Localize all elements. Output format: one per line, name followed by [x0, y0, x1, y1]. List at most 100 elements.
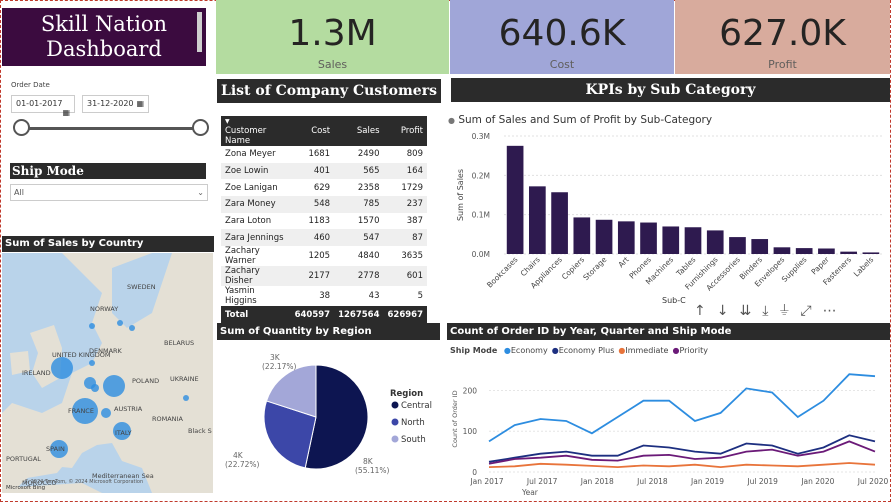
legend-items: ●Economy ●Economy Plus ●Immediate ●Priority [500, 346, 708, 355]
sales-map[interactable]: SWEDEN NORWAY DENMARK UNITED KINGDOM IRE… [2, 253, 213, 493]
start-date-value: 01-01-2017 [16, 99, 63, 108]
x-tick-label: Labels [852, 255, 875, 278]
col-header-profit[interactable]: Profit [383, 116, 427, 146]
expand-all-icon[interactable]: ⇊ [739, 303, 762, 319]
x-tick-label: Jul 2019 [746, 477, 778, 486]
table-cell: Zoe Lowin [221, 162, 291, 180]
ship-mode-dropdown[interactable]: All ⌄ [10, 184, 208, 201]
focus-mode-icon[interactable]: ⤢ [800, 303, 822, 319]
pie-value-label: 3K [270, 353, 281, 362]
legend-label[interactable]: Central [401, 401, 432, 411]
col-header-cost[interactable]: Cost [290, 116, 335, 146]
table-cell: 38 [319, 291, 331, 302]
series-line-immediate[interactable] [488, 462, 876, 469]
drill-up-icon[interactable]: ↑ [694, 303, 717, 319]
kpi-cost-label: Cost [549, 58, 575, 71]
start-date-input[interactable]: 01-01-2017 ▦ [11, 95, 75, 117]
kpi-card-cost: 640.6K Cost [450, 0, 674, 74]
legend-swatch [391, 401, 399, 409]
bar[interactable] [818, 248, 835, 254]
map-label: PORTUGAL [6, 455, 41, 463]
customers-table-wrap[interactable]: ▼ Customer Name Cost Sales Profit Zona Me… [221, 116, 427, 325]
table-row[interactable]: Zoe Lowin 401 565 164 [221, 162, 427, 180]
bar[interactable] [773, 247, 791, 254]
table-row[interactable]: Zona Meyer 1681 2490 809 [221, 146, 427, 163]
bar[interactable] [662, 226, 680, 254]
chevron-down-icon: ⌄ [197, 188, 204, 197]
map-bubble[interactable] [129, 325, 135, 331]
bar[interactable] [529, 186, 546, 254]
region-pie-chart[interactable]: 8K(55.11%) 4K(22.72%) 3K(22.17%) Region Cent… [217, 342, 442, 497]
table-total-cell: 1267564 [334, 306, 384, 325]
date-slider-start-handle[interactable] [13, 119, 30, 136]
x-tick-label: Jan 2019 [690, 477, 724, 486]
map-bubble[interactable] [89, 360, 95, 366]
map-label: BELARUS [164, 339, 194, 347]
table-row[interactable]: Zara Loton 1183 1570 387 [221, 213, 427, 230]
bar[interactable] [640, 222, 657, 254]
legend-label[interactable]: South [401, 435, 426, 445]
bar[interactable] [617, 221, 635, 254]
x-tick-label: Jul 2018 [636, 477, 668, 486]
bar[interactable] [595, 219, 613, 254]
table-cell: 387 [406, 216, 423, 227]
table-row[interactable]: Yasmin Higgins 38 43 5 [221, 286, 427, 306]
table-row[interactable]: Zara Jennings 460 547 87 [221, 229, 427, 247]
map-bubble-germany[interactable] [103, 375, 125, 397]
table-cell: Zachary Warner [225, 246, 260, 267]
map-bubble[interactable] [84, 377, 96, 389]
expand-next-icon[interactable]: ⤓ [762, 303, 779, 319]
legend-item[interactable]: ●Economy [504, 346, 548, 355]
bar[interactable] [840, 251, 857, 254]
map-bubble[interactable] [117, 320, 123, 326]
map-label: FRANCE [68, 407, 94, 415]
end-date-input[interactable]: 31-12-2020 ▦ [82, 95, 149, 113]
map-bubble[interactable] [89, 323, 95, 329]
title-line-2: Dashboard [46, 37, 162, 61]
col-header-sales[interactable]: Sales [334, 116, 384, 146]
calendar-icon[interactable]: ▦ [136, 99, 144, 108]
pie-value-label: 4K [233, 451, 244, 460]
bar[interactable] [684, 227, 702, 254]
bar[interactable] [573, 217, 591, 254]
bar[interactable] [751, 239, 769, 254]
legend-label[interactable]: North [401, 418, 425, 428]
y-tick-label: 0 [472, 468, 477, 477]
map-bubble-uk[interactable] [51, 357, 73, 379]
map-bubble[interactable] [101, 408, 111, 418]
table-cell: 565 [334, 162, 384, 180]
filter-icon[interactable]: ⏚ [779, 303, 800, 319]
table-row[interactable]: Zachary Disher 2177 2778 601 [221, 266, 427, 287]
bar[interactable] [862, 252, 880, 254]
end-date-value: 31-12-2020 [87, 99, 134, 108]
bar[interactable] [729, 237, 746, 254]
pie-percent-label: (22.72%) [225, 460, 260, 469]
table-cell: Yasmin Higgins [225, 286, 257, 307]
y-tick-label: 0.3M [472, 132, 490, 141]
x-tick-label: Jan 2017 [469, 477, 503, 486]
subcat-bar-chart[interactable]: 0.0M0.1M0.2M0.3MSum of SalesBookcases Cha… [448, 128, 888, 300]
bar[interactable] [706, 230, 724, 254]
date-slider-track[interactable] [22, 127, 202, 130]
table-row[interactable]: Zara Money 548 785 237 [221, 196, 427, 213]
map-bubble[interactable] [183, 395, 189, 401]
orders-chart-title: Count of Order ID by Year, Quarter and S… [447, 323, 890, 340]
calendar-icon[interactable]: ▦ [62, 108, 70, 117]
drill-down-icon[interactable]: ↓ [717, 303, 740, 319]
legend-item[interactable]: ●Economy Plus [552, 346, 615, 355]
orders-line-chart[interactable]: 0 100 200 Count of Order ID Jan 2017 Jul 2017… [447, 360, 890, 498]
more-options-icon[interactable]: ⋯ [823, 303, 848, 319]
legend-item[interactable]: ●Immediate [618, 346, 668, 355]
table-cell: 809 [406, 149, 423, 160]
bar[interactable] [506, 145, 524, 254]
date-slider-end-handle[interactable] [192, 119, 209, 136]
bar[interactable] [795, 248, 813, 254]
table-row[interactable]: Zoe Lanigan 629 2358 1729 [221, 179, 427, 196]
col-header-customer[interactable]: ▼ Customer Name [221, 116, 291, 146]
kpi-profit-label: Profit [768, 58, 797, 71]
legend-item[interactable]: ●Priority [672, 346, 707, 355]
bar[interactable] [551, 192, 568, 254]
map-label: ITALY [115, 429, 132, 437]
table-row[interactable]: Zachary Warner 1205 4840 3635 [221, 246, 427, 266]
map-label: IRELAND [22, 369, 51, 377]
